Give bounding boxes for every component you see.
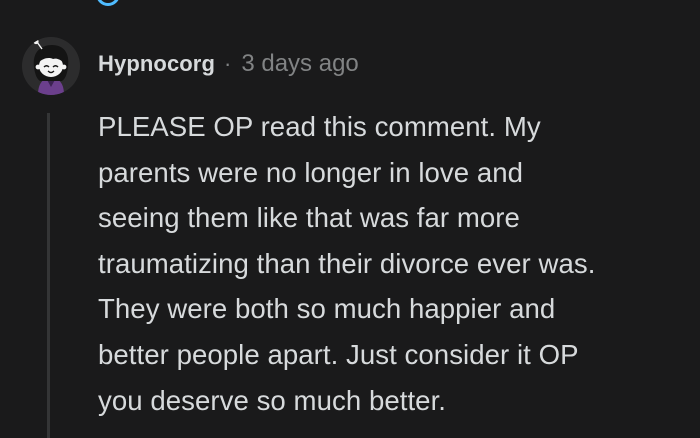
snoo-avatar-icon xyxy=(22,37,80,95)
comment-timestamp[interactable]: 3 days ago xyxy=(241,50,358,78)
comment-body-line: PLEASE OP read this comment. My xyxy=(98,111,541,142)
comment-body-line: They were both so much happier and xyxy=(98,293,556,325)
comment-body-line: you deserve so much better. xyxy=(98,384,446,416)
thread-collapse-line[interactable] xyxy=(47,113,50,438)
comment: Hypnocorg · 3 days ago PLEASE OP read th… xyxy=(0,0,700,438)
meta-separator: · xyxy=(224,51,232,76)
comment-body-line: better people apart. Just consider it OP xyxy=(98,338,579,370)
username-link[interactable]: Hypnocorg xyxy=(98,51,215,77)
comment-header: Hypnocorg · 3 days ago xyxy=(98,47,359,81)
comment-body-line: parents were no longer in love and xyxy=(98,156,524,188)
comment-body: PLEASE OP read this comment. My parents … xyxy=(98,104,690,423)
avatar[interactable] xyxy=(22,37,80,95)
comment-body-line: traumatizing than their divorce ever was… xyxy=(98,247,596,279)
comment-body-line: seeing them like that was far more xyxy=(98,202,520,234)
